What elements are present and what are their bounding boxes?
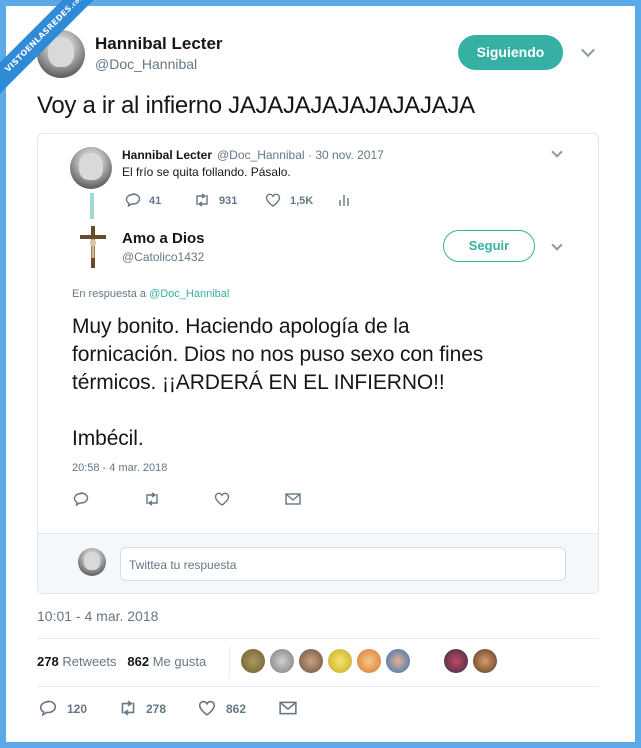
retweets-action-count: 278 xyxy=(146,702,167,716)
liker-avatar[interactable] xyxy=(473,649,497,673)
reply-action-icon[interactable] xyxy=(73,492,89,506)
tweet-text: Voy a ir al infierno JAJAJAJAJAJAJAJAJA xyxy=(37,92,475,119)
heart-icon[interactable] xyxy=(265,193,281,207)
author-handle[interactable]: @Doc_Hannibal xyxy=(95,56,197,72)
reply-text-line3: térmicos. ¡¡ARDERÁ EN EL INFIERNO!! xyxy=(72,371,445,394)
author-name[interactable]: Hannibal Lecter xyxy=(95,34,223,54)
original-retweets-count: 931 xyxy=(219,195,238,207)
original-author-name[interactable]: Hannibal Lecter xyxy=(122,148,212,162)
divider xyxy=(37,638,599,639)
reply-text-line1: Muy bonito. Haciendo apología de la xyxy=(72,315,410,338)
reply-text-line2: fornicación. Dios no nos puso sexo con f… xyxy=(72,343,484,366)
in-reply-handle[interactable]: @Doc_Hannibal xyxy=(149,288,229,300)
stats-separator xyxy=(229,646,230,678)
reply-text-line4: Imbécil. xyxy=(72,427,144,450)
original-likes-count: 1,5K xyxy=(290,195,314,207)
thread-connector xyxy=(90,193,94,219)
watermark-suffix: .com xyxy=(68,0,86,11)
message-icon[interactable] xyxy=(279,701,297,715)
heart-icon[interactable] xyxy=(198,700,216,716)
original-author-handle[interactable]: @Doc_Hannibal xyxy=(217,148,305,162)
liker-avatar[interactable] xyxy=(241,649,265,673)
reply-author-name[interactable]: Amo a Dios xyxy=(122,230,205,247)
likes-label[interactable]: Me gusta xyxy=(153,654,206,669)
original-replies-count: 41 xyxy=(149,195,162,207)
liker-avatar[interactable] xyxy=(357,649,381,673)
heart-action-icon[interactable] xyxy=(214,492,230,506)
replies-count: 120 xyxy=(67,702,88,716)
in-reply-prefix: En respuesta a xyxy=(72,288,146,300)
reply-author-handle[interactable]: @Catolico1432 xyxy=(122,250,204,264)
reply-timestamp[interactable]: 20:58 - 4 mar. 2018 xyxy=(72,462,167,474)
divider xyxy=(37,686,599,687)
engagement-stats: 278 Retweets 862 Me gusta xyxy=(37,654,206,669)
retweets-count[interactable]: 278 xyxy=(37,654,59,669)
reply-input[interactable]: Twittea tu respuesta xyxy=(120,547,566,581)
follow-button[interactable]: Seguir xyxy=(443,230,535,262)
likes-action-count: 862 xyxy=(226,702,247,716)
original-date[interactable]: · 30 nov. 2017 xyxy=(308,148,384,162)
original-avatar[interactable] xyxy=(70,147,112,189)
liker-avatar[interactable] xyxy=(328,649,352,673)
likes-count[interactable]: 862 xyxy=(127,654,149,669)
reply-icon[interactable] xyxy=(125,193,141,207)
crucifix-avatar[interactable] xyxy=(78,225,108,269)
liker-avatar[interactable] xyxy=(270,649,294,673)
liker-avatar[interactable] xyxy=(444,649,468,673)
reply-avatar xyxy=(78,548,106,576)
retweets-label[interactable]: Retweets xyxy=(62,654,116,669)
message-icon[interactable] xyxy=(285,493,301,505)
reply-box: Twittea tu respuesta xyxy=(38,533,598,593)
in-reply-to: En respuesta a @Doc_Hannibal xyxy=(72,288,229,300)
retweet-icon[interactable] xyxy=(193,193,211,207)
retweet-action-icon[interactable] xyxy=(143,492,161,506)
original-text: El frío se quita follando. Pásalo. xyxy=(122,165,291,179)
chevron-down-icon[interactable] xyxy=(580,42,596,58)
analytics-icon[interactable] xyxy=(338,193,350,207)
retweet-icon[interactable] xyxy=(118,700,138,716)
tweet-timestamp[interactable]: 10:01 - 4 mar. 2018 xyxy=(37,608,158,624)
liker-avatar[interactable] xyxy=(386,649,410,673)
reply-icon[interactable] xyxy=(39,700,57,716)
following-button[interactable]: Siguiendo xyxy=(458,35,563,70)
liker-avatar[interactable] xyxy=(299,649,323,673)
